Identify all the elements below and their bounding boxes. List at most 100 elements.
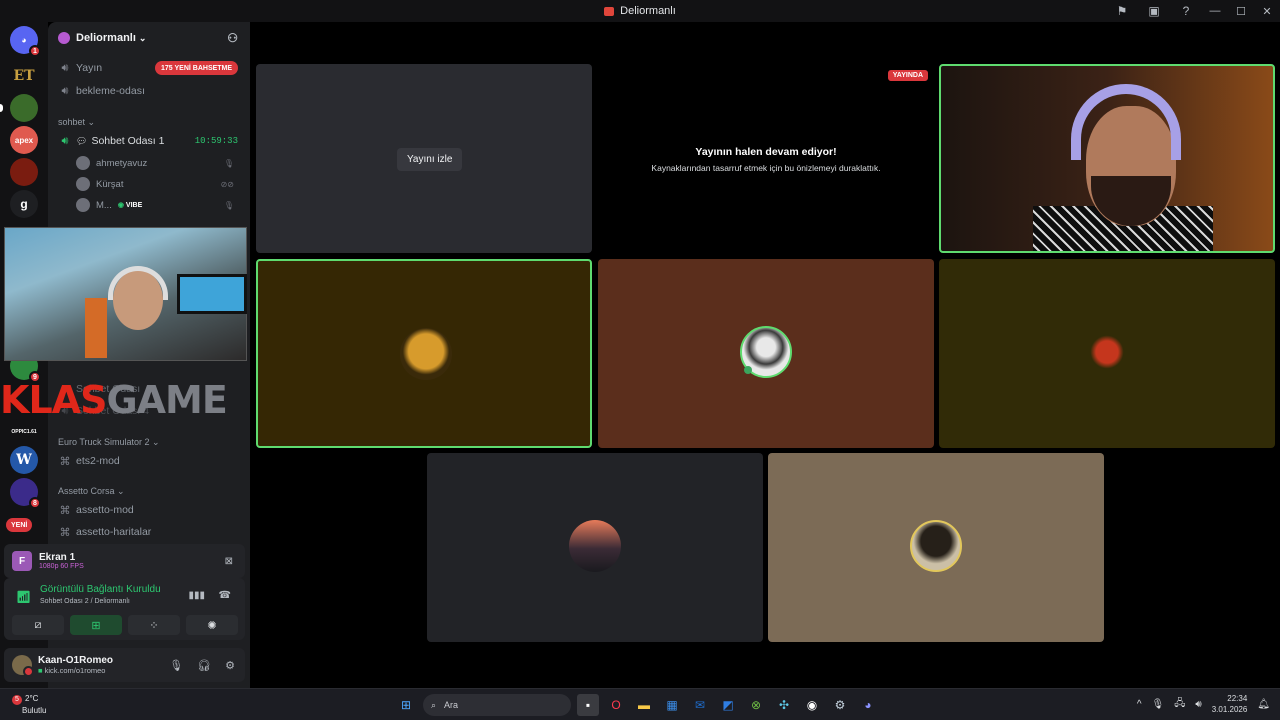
- opera-icon[interactable]: O: [605, 694, 627, 716]
- network-app-icon[interactable]: ✣: [773, 694, 795, 716]
- category-sohbet[interactable]: sohbet ⌄: [58, 117, 95, 128]
- camera-tile[interactable]: [939, 64, 1275, 253]
- server-icon-g[interactable]: g: [10, 190, 38, 218]
- disconnect-icon[interactable]: ☎︎: [219, 590, 231, 601]
- voice-channel-sohbet-odasi-1[interactable]: 🔊︎ 💬︎ Sohbet Odası 1 10:59:33: [56, 131, 242, 151]
- category-euro-truck[interactable]: Euro Truck Simulator 2 ⌄: [58, 437, 160, 448]
- paused-stream-tile[interactable]: YAYINDA Yayının halen devam ediyor! Kayn…: [598, 64, 934, 253]
- system-tray: ^ 🎙︎ 🖧︎ 🔊︎ 22:34 3.01.2026 🔔︎: [1137, 693, 1270, 715]
- connection-status[interactable]: Görüntülü Bağlantı Kuruldu: [40, 584, 161, 595]
- store-icon[interactable]: ▦: [661, 694, 683, 716]
- connection-channel[interactable]: Sohbet Odası 2 / Deliormanlı: [40, 598, 130, 605]
- vibe-label: VIBE: [125, 202, 143, 209]
- channel-ets2-mod[interactable]: ⌘ ets2-mod: [56, 451, 242, 471]
- participant-tile[interactable]: [256, 259, 592, 448]
- app-icon[interactable]: ◩: [717, 694, 739, 716]
- speaker-icon: 🔊︎: [61, 84, 69, 97]
- camera-off-button[interactable]: ⧄: [12, 615, 64, 635]
- logo-part-2: GAME: [106, 378, 227, 422]
- close-button[interactable]: ✕: [1254, 0, 1280, 22]
- avatar: [76, 177, 90, 191]
- mentions-alert[interactable]: 175 YENİ BAHSETME: [155, 61, 239, 75]
- channel-label: ets2-mod: [76, 455, 120, 467]
- camera-off-icon: ⧄: [34, 618, 42, 631]
- server-icon-apex[interactable]: apex: [10, 126, 38, 154]
- maximize-button[interactable]: ☐: [1228, 0, 1254, 22]
- noise-suppression-icon[interactable]: ▮▮▮: [188, 590, 205, 601]
- server-icon-oppic[interactable]: OPPIC1.61: [7, 418, 41, 446]
- task-view-icon[interactable]: ▪: [577, 694, 599, 716]
- user-status-text: kick.com/o1romeo: [44, 666, 106, 675]
- server-icon-w[interactable]: W: [10, 446, 38, 474]
- recording-app-icon[interactable]: ◉: [801, 694, 823, 716]
- participant-tile[interactable]: [427, 453, 763, 642]
- participant-tile[interactable]: [598, 259, 934, 448]
- flag-icon[interactable]: ⚑: [1106, 0, 1138, 22]
- server-header[interactable]: Deliormanlı ⌄ ⚇: [48, 22, 250, 54]
- inbox-icon[interactable]: ▣: [1138, 0, 1170, 22]
- weather-widget[interactable]: 5 2°C Bulutlu: [12, 693, 46, 716]
- user-avatar[interactable]: [12, 655, 34, 677]
- server-icon[interactable]: 8: [10, 478, 41, 509]
- network-icon[interactable]: 🖧︎: [1174, 696, 1185, 713]
- logo-part-1: KLAS: [0, 378, 107, 422]
- channel-assetto-mod[interactable]: ⌘ assetto-mod: [56, 500, 242, 520]
- taskbar-search[interactable]: ⌕ Ara: [423, 694, 571, 716]
- taskbar: 5 2°C Bulutlu ⊞ ⌕ Ara ▪ O ▬ ▦ ✉ ◩ ⊗ ✣ ◉ ⚙…: [0, 688, 1280, 720]
- soundboard-button[interactable]: ✺: [186, 615, 238, 635]
- screen-share-icon: ⊞: [91, 619, 101, 632]
- participant-tile[interactable]: [939, 259, 1275, 448]
- forum-icon: ⌘: [59, 455, 71, 468]
- discord-taskbar-icon[interactable]: ◕: [857, 694, 879, 716]
- mic-tray-icon[interactable]: 🎙︎: [1152, 699, 1165, 710]
- watch-stream-button[interactable]: Yayını izle: [397, 148, 463, 171]
- windows-start-icon[interactable]: ⊞: [395, 694, 417, 716]
- share-avatar: F: [12, 551, 32, 571]
- server-logo-icon: [604, 6, 615, 16]
- live-badge: YAYINDA: [887, 70, 928, 81]
- participant-tile[interactable]: [768, 453, 1104, 642]
- activities-button[interactable]: ⁘: [128, 615, 180, 635]
- window-title: Deliormanlı: [620, 5, 676, 17]
- file-explorer-icon[interactable]: ▬: [633, 694, 655, 716]
- screen-share-button[interactable]: ⊞: [70, 615, 122, 635]
- gaming-chair: [85, 298, 107, 358]
- volume-icon[interactable]: 🔊︎: [1195, 699, 1201, 710]
- help-icon[interactable]: ?: [1170, 0, 1202, 22]
- activities-icon: ⁘: [149, 619, 159, 632]
- search-placeholder: Ara: [444, 700, 459, 710]
- clock[interactable]: 22:34 3.01.2026: [1212, 693, 1248, 715]
- voice-user[interactable]: M... ◉ VIBE 🎙︎: [76, 195, 242, 215]
- server-icon[interactable]: [10, 158, 38, 186]
- voice-user[interactable]: ahmetyavuz 🎙︎: [76, 153, 242, 173]
- headset: [1071, 84, 1181, 160]
- gear-icon[interactable]: ⚙: [225, 659, 235, 672]
- avatar: [76, 198, 90, 212]
- server-icon[interactable]: [10, 94, 38, 122]
- speaker-icon: 🔊︎: [61, 134, 69, 147]
- weather-badge: 5: [12, 695, 22, 705]
- server-name: Deliormanlı: [76, 32, 136, 44]
- invite-people-icon[interactable]: ⚇: [227, 31, 238, 45]
- date: 3.01.2026: [1211, 705, 1248, 714]
- stream-tile[interactable]: Yayını izle: [256, 64, 592, 253]
- category-assetto-corsa[interactable]: Assetto Corsa ⌄: [58, 486, 125, 497]
- chevron-up-icon[interactable]: ^: [1137, 699, 1142, 710]
- stop-sharing-icon[interactable]: ⊠: [225, 556, 233, 567]
- share-title: Ekran 1: [39, 552, 76, 563]
- new-servers-badge[interactable]: YENİ: [6, 518, 33, 532]
- voice-user[interactable]: Kürşat ⊘⊘: [76, 174, 242, 194]
- notification-icon[interactable]: 🔔︎: [1257, 699, 1270, 710]
- klasgame-logo: KLASGAME: [0, 378, 228, 422]
- headphones-icon[interactable]: 🎧︎: [197, 659, 211, 672]
- server-icon-et[interactable]: ET: [10, 62, 38, 90]
- outlook-icon[interactable]: ✉: [689, 694, 711, 716]
- direct-messages-button[interactable]: ◕ 1: [10, 26, 41, 57]
- screen-share-panel: F Ekran 1 1080p 60 FPS ⊠: [4, 544, 245, 578]
- xbox-icon[interactable]: ⊗: [745, 694, 767, 716]
- channel-bekleme-odasi[interactable]: 🔊︎ bekleme-odası: [56, 81, 242, 101]
- mic-icon[interactable]: 🎙︎: [169, 659, 183, 672]
- steam-icon[interactable]: ⚙: [829, 694, 851, 716]
- minimize-button[interactable]: —: [1202, 0, 1228, 22]
- channel-assetto-haritalar[interactable]: ⌘ assetto-haritalar: [56, 522, 242, 542]
